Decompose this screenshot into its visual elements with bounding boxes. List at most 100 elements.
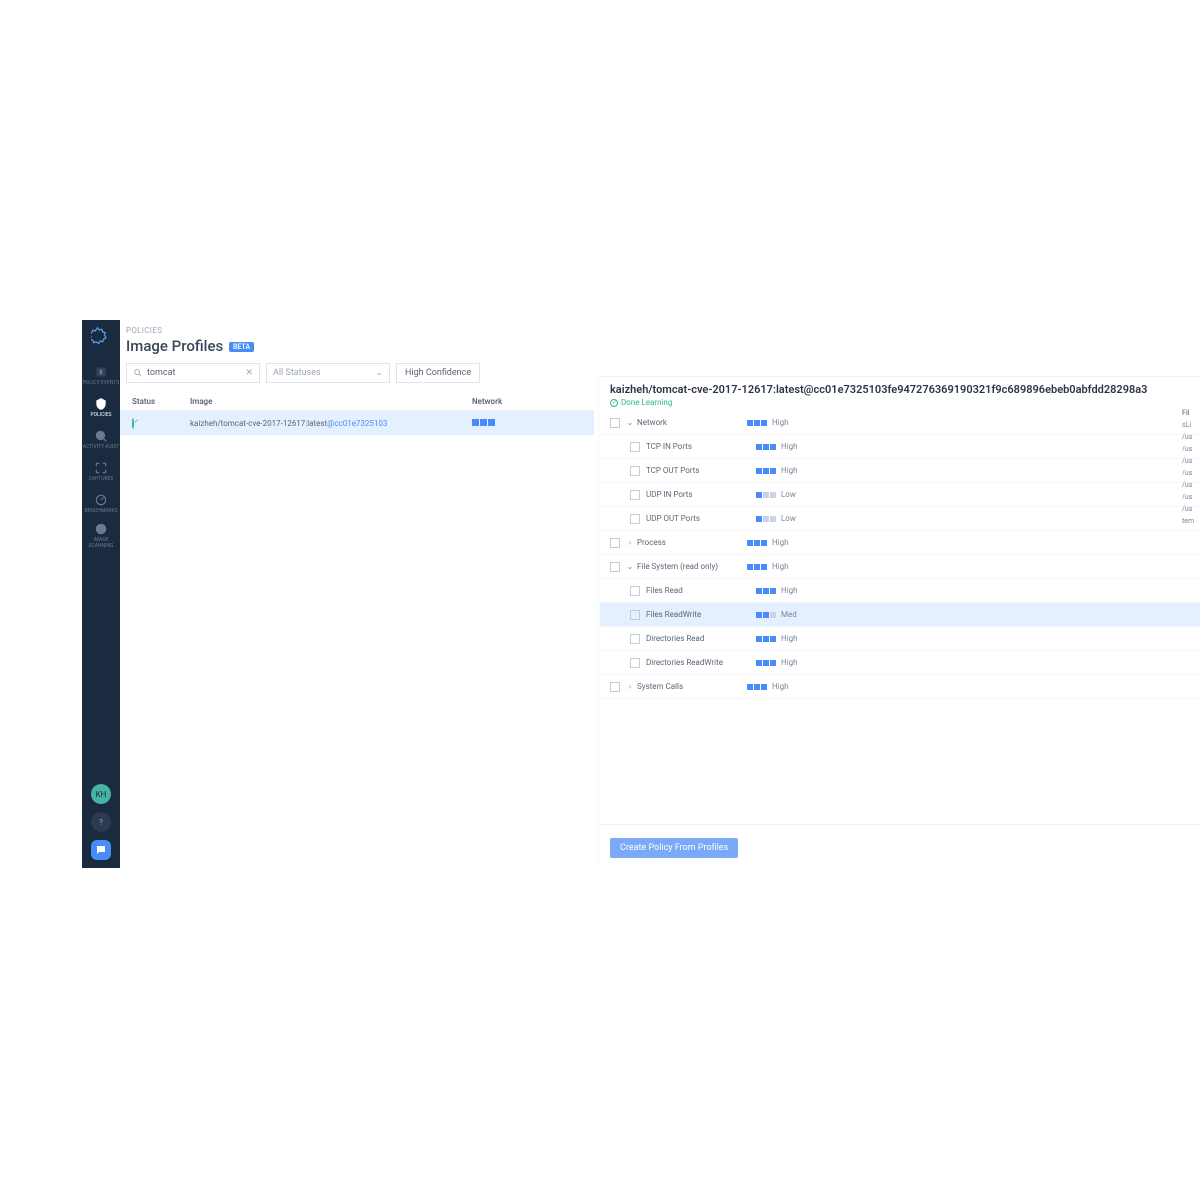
nav-item-captures[interactable]: CAPTURES — [82, 456, 120, 486]
row-checkbox[interactable] — [630, 514, 640, 524]
row-checkbox[interactable] — [610, 562, 620, 572]
profile-row-label: UDP IN Ports — [646, 490, 756, 499]
profile-row-label: Network — [637, 418, 747, 427]
status-filter-label: All Statuses — [273, 368, 321, 378]
nav-item-label: ACTIVITY AUDIT — [83, 444, 120, 450]
benchmarks-icon — [94, 493, 108, 507]
image-scanning-icon — [94, 522, 108, 536]
profile-row-label: File System (read only) — [637, 562, 747, 571]
file-list-column: FilsLi/us/us/us/us/us/us/ustem — [1182, 411, 1196, 527]
expand-caret-icon[interactable]: › — [626, 538, 634, 547]
confidence-indicator: High — [756, 658, 816, 667]
user-avatar[interactable]: KH — [91, 784, 111, 804]
nav-item-label: CAPTURES — [89, 476, 114, 482]
profile-row[interactable]: ›ProcessHigh — [600, 531, 1200, 555]
profile-row[interactable]: Files ReadHigh — [600, 579, 1200, 603]
nav-item-activity-audit[interactable]: ACTIVITY AUDIT — [82, 424, 120, 454]
clear-search-icon[interactable]: ✕ — [245, 368, 253, 378]
confidence-indicator: High — [747, 418, 807, 427]
row-checkbox[interactable] — [610, 538, 620, 548]
expand-caret-icon[interactable]: ⌄ — [626, 562, 634, 571]
row-checkbox[interactable] — [610, 682, 620, 692]
nav-item-label: POLICY EVENTS — [83, 380, 119, 386]
main-list-pane: POLICIES Image Profiles BETA tomcat ✕ Al… — [120, 320, 594, 868]
profile-row-label: Files ReadWrite — [646, 610, 756, 619]
expand-caret-icon[interactable]: ⌄ — [626, 418, 634, 427]
confidence-indicator: High — [756, 466, 816, 475]
col-status-header: Status — [132, 397, 190, 406]
network-cell — [472, 419, 582, 428]
breadcrumb: POLICIES — [120, 320, 594, 335]
search-input[interactable]: tomcat ✕ — [126, 363, 260, 383]
search-icon — [133, 368, 143, 378]
profile-row[interactable]: Directories ReadHigh — [600, 627, 1200, 651]
profile-row-label: System Calls — [637, 682, 747, 691]
search-value: tomcat — [147, 368, 175, 378]
profile-row[interactable]: ›System CallsHigh — [600, 675, 1200, 699]
beta-badge: BETA — [229, 342, 254, 352]
confidence-indicator: Med — [756, 610, 816, 619]
row-checkbox[interactable] — [630, 490, 640, 500]
detail-status: Done Learning — [610, 398, 1190, 407]
profile-row-label: Files Read — [646, 586, 756, 595]
sidebar-nav: POLICY EVENTS POLICIES ACTIVITY AUDIT CAPTU… — [82, 320, 120, 868]
profile-table: FilsLi/us/us/us/us/us/us/ustem ⌄NetworkH… — [600, 411, 1200, 824]
profile-row-label: UDP OUT Ports — [646, 514, 756, 523]
table-header: Status Image Network — [120, 393, 594, 411]
profile-row[interactable]: TCP IN PortsHigh — [600, 435, 1200, 459]
profile-row-label: TCP IN Ports — [646, 442, 756, 451]
confidence-indicator: High — [747, 538, 807, 547]
confidence-indicator: High — [756, 634, 816, 643]
profile-row[interactable]: UDP OUT PortsLow — [600, 507, 1200, 531]
status-filter-dropdown[interactable]: All Statuses ⌄ — [266, 363, 390, 383]
profile-row[interactable]: UDP IN PortsLow — [600, 483, 1200, 507]
confidence-indicator: High — [756, 442, 816, 451]
confidence-indicator: High — [747, 682, 807, 691]
status-check-icon — [132, 418, 134, 429]
captures-icon — [94, 461, 108, 475]
profile-row[interactable]: Directories ReadWriteHigh — [600, 651, 1200, 675]
col-image-header: Image — [190, 397, 472, 406]
expand-caret-icon[interactable]: › — [626, 682, 634, 691]
chevron-down-icon: ⌄ — [375, 368, 383, 378]
policies-icon — [94, 397, 108, 411]
row-checkbox[interactable] — [630, 658, 640, 668]
row-checkbox[interactable] — [610, 418, 620, 428]
row-checkbox[interactable] — [630, 442, 640, 452]
confidence-indicator: Low — [756, 514, 816, 523]
nav-item-benchmarks[interactable]: BENCHMARKS — [82, 488, 120, 518]
confidence-indicator: High — [747, 562, 807, 571]
policy-events-icon — [94, 365, 108, 379]
nav-item-label: POLICIES — [90, 412, 111, 418]
row-checkbox[interactable] — [630, 634, 640, 644]
row-checkbox[interactable] — [630, 586, 640, 596]
profile-row-label: Directories Read — [646, 634, 756, 643]
detail-status-text: Done Learning — [621, 398, 672, 407]
activity-audit-icon — [94, 429, 108, 443]
page-title-text: Image Profiles — [126, 337, 223, 355]
confidence-filter[interactable]: High Confidence — [396, 363, 480, 383]
confidence-indicator: High — [756, 586, 816, 595]
chat-icon[interactable] — [91, 840, 111, 860]
row-checkbox[interactable] — [630, 610, 640, 620]
nav-item-label: IMAGE SCANNING — [82, 537, 120, 549]
confidence-filter-label: High Confidence — [405, 368, 471, 378]
nav-item-image-scanning[interactable]: IMAGE SCANNING — [82, 520, 120, 550]
help-icon[interactable]: ? — [91, 812, 111, 832]
profile-row-label: TCP OUT Ports — [646, 466, 756, 475]
detail-pane: kaizheh/tomcat-cve-2017-12617:latest@cc0… — [600, 376, 1200, 868]
profile-row[interactable]: TCP OUT PortsHigh — [600, 459, 1200, 483]
confidence-indicator: Low — [756, 490, 816, 499]
profile-row[interactable]: ⌄NetworkHigh — [600, 411, 1200, 435]
nav-item-policies[interactable]: POLICIES — [82, 392, 120, 422]
create-policy-button[interactable]: Create Policy From Profiles — [610, 838, 738, 858]
row-checkbox[interactable] — [630, 466, 640, 476]
profile-row[interactable]: Files ReadWriteMed — [600, 603, 1200, 627]
nav-item-policy-events[interactable]: POLICY EVENTS — [82, 360, 120, 390]
table-row[interactable]: kaizheh/tomcat-cve-2017-12617:latest@cc0… — [120, 411, 594, 435]
detail-title: kaizheh/tomcat-cve-2017-12617:latest@cc0… — [610, 383, 1190, 396]
nav-item-label: BENCHMARKS — [84, 508, 117, 514]
app-logo-icon — [91, 326, 111, 346]
profile-row[interactable]: ⌄File System (read only)High — [600, 555, 1200, 579]
page-title: Image Profiles BETA — [120, 335, 594, 363]
